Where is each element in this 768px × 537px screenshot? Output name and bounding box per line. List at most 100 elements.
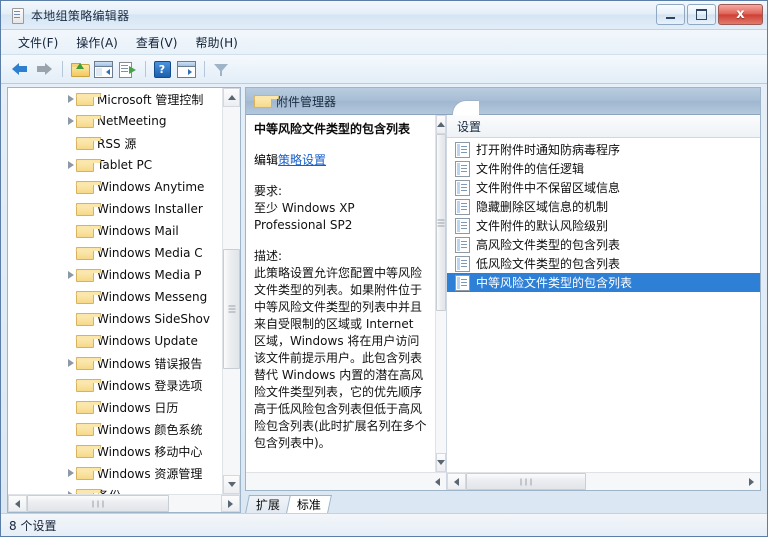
expand-triangle-icon[interactable]	[68, 271, 74, 279]
settings-item-label: 文件附件的默认风险级别	[476, 219, 609, 233]
tree-node[interactable]: Tablet PC	[8, 154, 222, 176]
tree-node[interactable]: Windows 登录选项	[8, 374, 222, 396]
tree-node[interactable]: Microsoft 管理控制	[8, 88, 222, 110]
settings-list-item[interactable]: 隐藏删除区域信息的机制	[447, 197, 760, 216]
folder-icon	[75, 202, 102, 216]
settings-scroll-right-button[interactable]	[743, 473, 760, 490]
toolbar-filter[interactable]	[210, 58, 232, 80]
description-scroll-down-button[interactable]	[436, 453, 446, 472]
tree-scroll-track[interactable]	[223, 107, 240, 475]
tree-node[interactable]: Windows Messeng	[8, 286, 222, 308]
chevron-up-icon	[437, 122, 445, 127]
settings-item-label: 文件附件的信任逻辑	[476, 162, 585, 176]
toolbar-forward[interactable]	[33, 58, 55, 80]
menu-action[interactable]: 操作(A)	[67, 31, 127, 54]
folder-icon	[75, 334, 102, 348]
tree-node[interactable]: Windows Update	[8, 330, 222, 352]
maximize-button[interactable]	[687, 4, 716, 25]
tree-node[interactable]: Windows Anytime	[8, 176, 222, 198]
pane-tab-active[interactable]: 标准	[286, 495, 332, 513]
chevron-left-icon	[454, 477, 459, 486]
minimize-button[interactable]	[656, 4, 685, 25]
settings-list-item[interactable]: 高风险文件类型的包含列表	[447, 235, 760, 254]
pane-tab-label: 标准	[296, 498, 321, 512]
settings-list-item[interactable]: 文件附件的默认风险级别	[447, 216, 760, 235]
tree-vertical-scrollbar[interactable]	[222, 88, 240, 494]
tree-node[interactable]: Windows 日历	[8, 396, 222, 418]
group-policy-editor-window: 本地组策略编辑器 x 文件(F) 操作(A) 查看(V) 帮助(H) ? Mic…	[0, 0, 768, 537]
tree-node[interactable]: Windows 移动中心	[8, 440, 222, 462]
settings-hscroll-thumb[interactable]	[466, 473, 586, 490]
tree-node[interactable]: RSS 源	[8, 132, 222, 154]
folder-icon	[75, 400, 102, 414]
tree-node[interactable]: Windows Media P	[8, 264, 222, 286]
settings-list[interactable]: 打开附件时通知防病毒程序文件附件的信任逻辑文件附件中不保留区域信息 隐藏删除区域信…	[447, 138, 760, 472]
toolbar-properties[interactable]	[175, 58, 197, 80]
settings-list-item[interactable]: 打开附件时通知防病毒程序	[447, 140, 760, 159]
menu-view[interactable]: 查看(V)	[127, 31, 187, 54]
tree-node[interactable]: Windows Installer	[8, 198, 222, 220]
folder-icon	[75, 114, 102, 128]
tree-node[interactable]: NetMeeting	[8, 110, 222, 132]
edit-prefix-label: 编辑	[254, 153, 279, 167]
tree-scroll-thumb[interactable]	[223, 249, 240, 369]
expand-triangle-icon[interactable]	[68, 469, 74, 477]
policy-setting-icon	[455, 179, 470, 196]
menu-file[interactable]: 文件(F)	[9, 31, 67, 54]
pane-tab-inactive[interactable]: 扩展	[245, 495, 291, 513]
expand-triangle-icon[interactable]	[68, 161, 74, 169]
tree-scroll-up-button[interactable]	[223, 88, 240, 107]
description-scroll-thumb[interactable]	[436, 134, 446, 311]
toolbar: ?	[1, 55, 767, 84]
tree-node-label: Windows 移动中心	[97, 444, 203, 459]
tree-node-label: Microsoft 管理控制	[97, 92, 204, 107]
policy-setting-icon	[455, 255, 470, 272]
edit-policy-setting-link[interactable]: 策略设置	[278, 153, 326, 167]
description-scroll-up-button[interactable]	[436, 115, 446, 134]
tree-scroll-left-button[interactable]	[8, 495, 27, 512]
tree-node[interactable]: 备份	[8, 484, 222, 494]
console-tree[interactable]: Microsoft 管理控制 NetMeeting RSS 源 Tablet PC Wi…	[8, 88, 222, 494]
tree-node[interactable]: Windows 资源管理	[8, 462, 222, 484]
scroll-grip	[228, 304, 235, 315]
settings-column-header[interactable]: 设置	[447, 115, 760, 138]
tree-scroll-right-button[interactable]	[221, 495, 240, 512]
close-button[interactable]: x	[718, 4, 763, 25]
tree-node[interactable]: Windows 颜色系统	[8, 418, 222, 440]
settings-horizontal-scrollbar[interactable]	[447, 472, 760, 490]
menu-help[interactable]: 帮助(H)	[186, 31, 246, 54]
expand-triangle-icon	[68, 425, 74, 433]
description-horizontal-scrollbar[interactable]	[246, 472, 446, 490]
settings-hscroll-track[interactable]	[466, 473, 743, 490]
settings-list-item[interactable]: 中等风险文件类型的包含列表	[447, 273, 760, 292]
toolbar-back[interactable]	[9, 58, 31, 80]
settings-list-item[interactable]: 文件附件中不保留区域信息	[447, 178, 760, 197]
tree-node[interactable]: Windows Mail	[8, 220, 222, 242]
tree-scroll-down-button[interactable]	[223, 475, 240, 494]
expand-triangle-icon	[68, 403, 74, 411]
toolbar-show-hide-tree[interactable]	[92, 58, 114, 80]
expand-triangle-icon[interactable]	[68, 359, 74, 367]
tree-node[interactable]: Windows SideShov	[8, 308, 222, 330]
chevron-down-icon	[437, 460, 445, 465]
settings-list-item[interactable]: 文件附件的信任逻辑	[447, 159, 760, 178]
toolbar-help[interactable]: ?	[151, 58, 173, 80]
folder-icon	[75, 136, 102, 150]
expand-triangle-icon[interactable]	[68, 117, 74, 125]
chevron-right-icon	[749, 477, 754, 486]
tree-hscroll-track[interactable]	[27, 495, 221, 512]
tree-node[interactable]: Windows 错误报告	[8, 352, 222, 374]
tree-horizontal-scrollbar[interactable]	[8, 494, 240, 512]
tree-node[interactable]: Windows Media C	[8, 242, 222, 264]
settings-list-item[interactable]: 低风险文件类型的包含列表	[447, 254, 760, 273]
description-vertical-scrollbar[interactable]	[435, 115, 446, 472]
tree-hscroll-thumb[interactable]	[27, 495, 169, 512]
folder-icon	[75, 92, 102, 106]
tree-node-label: Windows Anytime	[97, 180, 205, 194]
description-scroll-track[interactable]	[436, 134, 446, 453]
toolbar-export-list[interactable]	[116, 58, 138, 80]
expand-triangle-icon[interactable]	[68, 95, 74, 103]
toolbar-up-one-level[interactable]	[68, 58, 90, 80]
description-scroll-left-button[interactable]	[429, 473, 446, 490]
settings-scroll-left-button[interactable]	[447, 473, 466, 490]
